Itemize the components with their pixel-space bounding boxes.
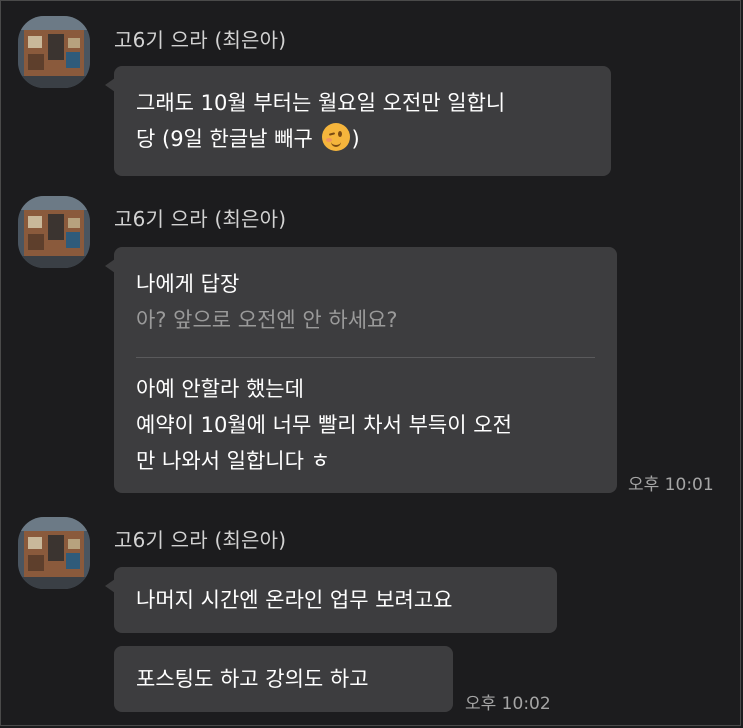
sender-name: 고6기 으라 (최은아) bbox=[114, 528, 287, 552]
message-line-text: 당 (9일 한글날 빼구 bbox=[136, 127, 313, 151]
message-line: 아예 안할라 했는데 bbox=[136, 377, 304, 401]
sender-name: 고6기 으라 (최은아) bbox=[114, 28, 287, 52]
avatar[interactable] bbox=[18, 517, 90, 589]
avatar[interactable] bbox=[18, 196, 90, 268]
avatar-photo-icon bbox=[18, 16, 90, 88]
avatar-photo-icon bbox=[18, 196, 90, 268]
avatar-photo-icon bbox=[18, 517, 90, 589]
message-line-suffix: ) bbox=[351, 127, 360, 151]
message-line: 그래도 10월 부터는 월요일 오전만 일합니 bbox=[136, 91, 506, 115]
bubble-tail bbox=[105, 579, 115, 593]
reply-message-bubble[interactable]: 나에게 답장 아? 앞으로 오전엔 안 하세요? 아예 안할라 했는데 예약이 … bbox=[105, 247, 617, 493]
reply-quote: 아? 앞으로 오전엔 안 하세요? bbox=[136, 308, 398, 332]
sender-name: 고6기 으라 (최은아) bbox=[114, 207, 287, 231]
bubble-tail bbox=[105, 259, 115, 273]
message-line: 포스팅도 하고 강의도 하고 bbox=[136, 667, 369, 691]
reply-divider bbox=[136, 357, 595, 358]
message-line-with-emoji: 당 (9일 한글날 빼구 ) bbox=[136, 121, 587, 157]
message-body: 아예 안할라 했는데 예약이 10월에 너무 빨리 차서 부득이 오전 만 나와… bbox=[136, 371, 512, 479]
bubble-tail bbox=[105, 78, 115, 92]
message-bubble[interactable]: 그래도 10월 부터는 월요일 오전만 일합니 당 (9일 한글날 빼구 ) bbox=[105, 66, 611, 176]
message-line: 예약이 10월에 너무 빨리 차서 부득이 오전 bbox=[136, 413, 512, 437]
reply-header[interactable]: 나에게 답장 아? 앞으로 오전엔 안 하세요? bbox=[136, 266, 398, 338]
timestamp: 오후 10:02 bbox=[465, 694, 551, 714]
message-bubble[interactable]: 나머지 시간엔 온라인 업무 보려고요 bbox=[105, 567, 557, 633]
timestamp: 오후 10:01 bbox=[628, 475, 714, 495]
message-bubble[interactable]: 포스팅도 하고 강의도 하고 bbox=[114, 646, 453, 712]
message-line: 만 나와서 일합니다 ㅎ bbox=[136, 449, 330, 473]
reply-label: 나에게 답장 bbox=[136, 272, 240, 296]
wink-face-icon bbox=[321, 123, 350, 151]
avatar[interactable] bbox=[18, 16, 90, 88]
message-line: 나머지 시간엔 온라인 업무 보려고요 bbox=[136, 588, 453, 612]
